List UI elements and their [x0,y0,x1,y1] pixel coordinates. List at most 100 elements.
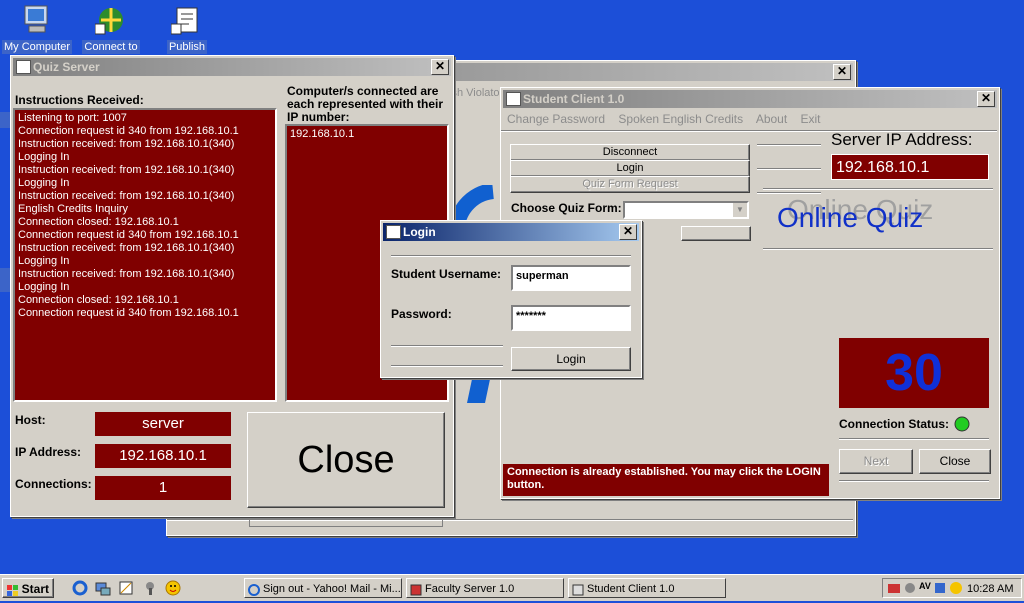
menu-about[interactable]: About [756,112,787,126]
antivirus-icon[interactable]: AV [919,581,933,595]
close-icon[interactable]: ✕ [619,224,637,240]
close-icon[interactable]: ✕ [833,64,851,80]
connection-status-label: Connection Status: [839,417,949,431]
status-indicator-icon [954,416,970,432]
ip-address-value: 192.168.10.1 [95,444,231,468]
menu-change-password[interactable]: Change Password [507,112,605,126]
publish-icon [170,4,203,36]
log-line: Instruction received: from 192.168.10.1(… [18,268,235,280]
desktop-icon-label: Connect to [82,40,140,54]
host-value: server [95,412,231,436]
faculty-partial-text: ish Violato [449,87,500,99]
menu-exit[interactable]: Exit [801,112,821,126]
instructions-label: Instructions Received: [15,93,144,107]
status-message: Connection is already established. You m… [503,464,829,496]
log-line: Connection request id 340 from 192.168.1… [18,229,239,241]
windows-logo-icon [7,583,19,596]
choose-quiz-label: Choose Quiz Form: [511,201,622,215]
log-line: Instruction received: from 192.168.10.1(… [18,190,235,202]
close-button[interactable]: Close [919,449,991,474]
counter-display: 30 [839,338,989,408]
system-tray: AV 10:28 AM [882,578,1022,598]
log-line: Connection closed: 192.168.10.1 [18,216,179,228]
instructions-log[interactable]: Listening to port: 1007 Connection reques… [13,108,277,402]
close-icon[interactable]: ✕ [977,91,995,107]
log-line: Logging In [18,281,70,293]
task-label: Sign out - Yahoo! Mail - Mi... [263,583,401,595]
network-icon[interactable] [95,580,111,596]
log-line: Connection request id 340 from 192.168.1… [18,125,239,137]
server-ip-value: 192.168.10.1 [831,154,989,180]
tray-icon[interactable] [903,581,917,595]
task-student-client[interactable]: Student Client 1.0 [568,578,726,598]
quiz-server-titlebar[interactable]: Quiz Server ✕ [13,58,451,76]
connect-icon [94,4,127,36]
username-label: Student Username: [391,267,502,281]
log-line: Connection closed: 192.168.10.1 [18,294,179,306]
connections-label: Connections: [15,477,92,491]
ip-address-label: IP Address: [15,445,82,459]
log-line: Listening to port: 1007 [18,112,127,124]
notepad-icon[interactable] [118,580,134,596]
window-icon [506,92,521,106]
login-submit-button[interactable]: Login [511,347,631,371]
log-line: Logging In [18,255,70,267]
log-line: Logging In [18,177,70,189]
desktop-icon-publish[interactable]: Publish [150,2,224,54]
computer-icon [21,4,53,36]
username-input[interactable]: superman [511,265,631,291]
login-titlebar[interactable]: Login ✕ [383,223,639,241]
task-yahoo-mail[interactable]: Sign out - Yahoo! Mail - Mi... [244,578,402,598]
browser-icon [248,583,260,596]
close-button[interactable]: Close [247,412,445,508]
tray-icon[interactable] [933,581,947,595]
quiz-form-request-button[interactable]: Quiz Form Request [510,176,750,193]
online-quiz-title: Online Quiz [777,202,924,233]
log-line: Logging In [18,151,70,163]
disconnect-button[interactable]: Disconnect [510,144,750,161]
messenger-icon[interactable] [165,580,181,596]
desktop-icon-my-computer[interactable]: My Computer [0,2,74,54]
connections-value: 1 [95,476,231,500]
window-title: Student Client 1.0 [523,92,625,106]
log-line: Instruction received: from 192.168.10.1(… [18,164,235,176]
window-title: Login [403,225,436,239]
chevron-down-icon[interactable]: ▼ [733,203,747,217]
taskbar: Start Sign out - Yahoo! Mail - Mi... Fac… [0,574,1024,601]
student-client-titlebar[interactable]: Student Client 1.0 ✕ [503,90,997,108]
password-label: Password: [391,307,452,321]
start-label: Start [21,582,49,596]
window-icon [386,225,401,239]
app-icon [572,583,584,596]
tool-icon[interactable] [142,580,158,596]
log-line: Instruction received: from 192.168.10.1(… [18,242,235,254]
start-button[interactable]: Start [2,578,54,598]
desktop-icon-connect[interactable]: Connect to [74,2,148,54]
desktop-icon-label: My Computer [1,40,73,54]
task-label: Faculty Server 1.0 [425,583,515,595]
messenger-tray-icon[interactable] [949,581,963,595]
task-faculty-server[interactable]: Faculty Server 1.0 [406,578,564,598]
connected-label: Computer/s connected are each represente… [287,84,444,124]
internet-explorer-icon[interactable] [72,580,88,596]
host-label: Host: [15,413,46,427]
task-label: Student Client 1.0 [587,583,675,595]
clock: 10:28 AM [967,583,1014,595]
window-title: Quiz Server [33,60,100,74]
menu-bar: Change Password Spoken English Credits A… [507,112,821,126]
menu-spoken-english-credits[interactable]: Spoken English Credits [618,112,743,126]
blank-button[interactable] [681,226,751,241]
log-line: Instruction received: from 192.168.10.1(… [18,138,235,150]
app-icon [410,583,422,596]
password-input[interactable]: ******* [511,305,631,331]
quiz-form-select[interactable]: ▼ [623,201,749,219]
window-icon [16,60,31,74]
login-button[interactable]: Login [510,160,750,177]
close-icon[interactable]: ✕ [431,59,449,75]
next-button[interactable]: Next [839,449,913,474]
tray-icon[interactable] [887,581,901,595]
connected-ip[interactable]: 192.168.10.1 [290,128,444,141]
server-ip-label: Server IP Address: [831,130,973,149]
log-line: Connection request id 340 from 192.168.1… [18,307,239,319]
login-dialog[interactable]: Login ✕ Student Username: superman Passw… [380,220,642,378]
